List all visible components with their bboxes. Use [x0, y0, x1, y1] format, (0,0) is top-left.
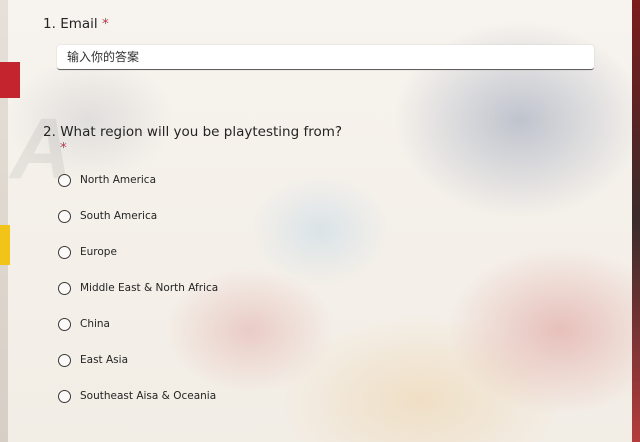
radio-button[interactable]	[58, 209, 71, 223]
question-1-text: Email	[60, 16, 98, 32]
option-label: Southeast Aisa & Oceania	[80, 390, 217, 402]
option-label: East Asia	[80, 354, 128, 366]
question-1-title: 1. Email *	[43, 16, 109, 32]
option-label: North America	[80, 174, 157, 186]
radio-button[interactable]	[58, 317, 71, 331]
question-2-text: What region will you be playtesting from…	[60, 124, 343, 140]
survey-form: 1. Email * 2. What region will you be pl…	[0, 0, 640, 442]
option-label: Europe	[80, 246, 117, 258]
option-middle-east-north-africa[interactable]: Middle East & North Africa	[58, 279, 218, 297]
option-label: Middle East & North Africa	[80, 282, 219, 294]
question-1-number: 1.	[43, 16, 56, 32]
option-east-asia[interactable]: East Asia	[58, 351, 128, 369]
option-southeast-asia-oceania[interactable]: Southeast Aisa & Oceania	[58, 387, 216, 405]
radio-button[interactable]	[58, 389, 71, 403]
option-north-america[interactable]: North America	[58, 171, 156, 189]
question-2-required-mark: *	[60, 140, 67, 156]
option-china[interactable]: China	[58, 315, 110, 333]
email-input[interactable]	[57, 45, 594, 70]
option-europe[interactable]: Europe	[58, 243, 117, 261]
radio-button[interactable]	[58, 173, 71, 187]
radio-button[interactable]	[58, 353, 71, 367]
option-south-america[interactable]: South America	[58, 207, 157, 225]
question-1-required-mark: *	[101, 16, 109, 32]
option-label: China	[80, 318, 110, 330]
radio-button[interactable]	[58, 281, 71, 295]
radio-button[interactable]	[58, 245, 71, 259]
question-2-number: 2.	[43, 124, 56, 140]
option-label: South America	[80, 210, 158, 222]
question-2-title: 2. What region will you be playtesting f…	[43, 124, 342, 140]
